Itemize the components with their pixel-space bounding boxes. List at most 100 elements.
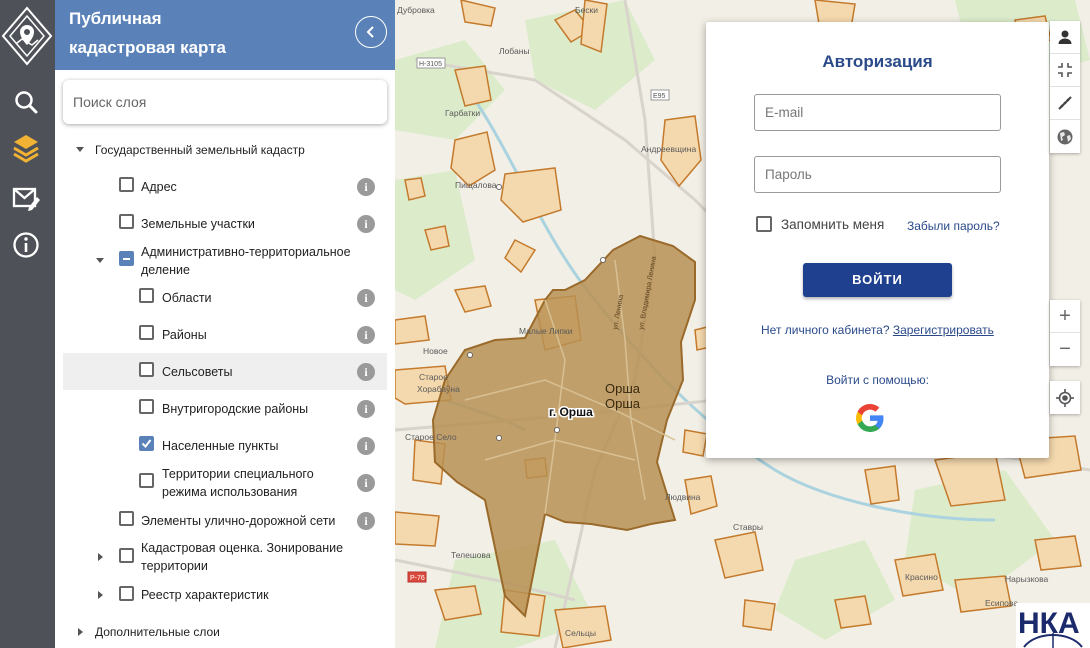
checkbox-admin-division[interactable] (119, 251, 134, 266)
map-label-l12: Ставры (733, 522, 763, 532)
info-address-icon[interactable]: i (357, 178, 375, 196)
info-roads-icon[interactable]: i (357, 512, 375, 530)
info-special-icon[interactable]: i (357, 474, 375, 492)
page-title-line1: Публичная (69, 9, 162, 28)
checkbox-special-territories[interactable] (139, 473, 154, 488)
zoom-out-icon[interactable]: − (1050, 333, 1080, 366)
remember-me-label: Запомнить меня (781, 217, 885, 232)
map-label-l8: Новое (423, 346, 448, 356)
layer-registry-label: Реестр характеристик (141, 588, 269, 602)
zoom-controls: + − (1050, 300, 1080, 366)
layer-settlements-label: Населенные пункты (162, 439, 279, 453)
chevron-left-icon (366, 26, 374, 38)
checkbox-registry[interactable] (119, 586, 134, 601)
layer-city-districts-label: Внутригородские районы (162, 402, 309, 416)
layer-address-label: Адрес (141, 180, 177, 194)
layer-selsovety-label: Сельсоветы (162, 365, 233, 379)
fullscreen-exit-icon[interactable] (1050, 54, 1080, 87)
layer-admin-label-1: Административно-территориальное (141, 245, 351, 259)
map-label-l18: Нарызкова (1005, 574, 1049, 584)
info-icon[interactable] (10, 229, 42, 261)
map-label-road1: Н-3105 (419, 61, 442, 68)
login-button[interactable]: ВОЙТИ (803, 263, 952, 297)
page-title-line2: кадастровая карта (69, 38, 226, 57)
locate-icon[interactable] (1050, 381, 1080, 414)
info-city-districts-icon[interactable]: i (357, 400, 375, 418)
map-label-road3: Р-76 (410, 575, 425, 582)
info-settlements-icon[interactable]: i (357, 437, 375, 455)
auth-title: Авторизация (822, 52, 933, 71)
brand-logo-icon: НКА (1016, 603, 1090, 648)
forgot-password-link[interactable]: Забыли пароль? (907, 219, 1000, 233)
panel-header: Публичная кадастровая карта (55, 0, 395, 70)
locate-control (1050, 381, 1080, 414)
email-field[interactable] (754, 94, 1001, 131)
expand-valuation-chevron-right-icon[interactable] (98, 553, 103, 561)
checkbox-settlements[interactable] (139, 436, 154, 451)
layer-roads-label: Элементы улично-дорожной сети (141, 514, 336, 528)
map-label-l15: Сельцы (565, 628, 596, 638)
layers-icon[interactable] (10, 133, 42, 165)
info-parcels-icon[interactable]: i (357, 215, 375, 233)
checkbox-regions[interactable] (139, 288, 154, 303)
measure-icon[interactable] (1050, 87, 1080, 120)
layer-regions-label: Области (162, 291, 212, 305)
checkbox-roads[interactable] (119, 511, 134, 526)
checkbox-valuation[interactable] (119, 548, 134, 563)
expand-root1-chevron-down-icon[interactable] (76, 147, 84, 152)
remember-me-checkbox[interactable] (756, 216, 772, 232)
info-districts-icon[interactable]: i (357, 326, 375, 344)
checkbox-parcels[interactable] (119, 214, 134, 229)
map-label-l3: Лобаны (499, 46, 530, 56)
collapse-panel-button[interactable] (355, 16, 387, 48)
user-icon[interactable] (1050, 21, 1080, 54)
map-label-l13: Красино (905, 572, 938, 582)
map-label-l4: Гарбатки (445, 108, 480, 118)
map-label-l5: Андреевщина (641, 144, 696, 154)
tree-root-cadastre: Государственный земельный кадастр (95, 143, 305, 157)
info-selsovety-icon[interactable]: i (357, 363, 375, 381)
layer-districts-label: Районы (162, 328, 207, 342)
map-label-road2: Е95 (653, 93, 666, 100)
zoom-in-icon[interactable]: + (1050, 300, 1080, 333)
map-label-l17: Людвина (665, 492, 701, 502)
register-link[interactable]: Зарегистрировать (893, 323, 994, 337)
search-icon[interactable] (10, 86, 42, 118)
map-label-l7: Малые Липки (519, 326, 573, 336)
checkbox-city-districts[interactable] (139, 399, 154, 414)
layer-admin-label-2: деление (141, 263, 190, 277)
password-field[interactable] (754, 156, 1001, 193)
map-label-l11: Старое Село (405, 432, 457, 442)
expand-registry-chevron-right-icon[interactable] (98, 591, 103, 599)
map-tools-group (1050, 21, 1080, 153)
layer-special-label-1: Территории специального (162, 467, 314, 481)
left-rail (0, 0, 55, 648)
map-label-l1: Дубровка (397, 5, 435, 15)
checkbox-districts[interactable] (139, 325, 154, 340)
no-account-text: Нет личного кабинета? Зарегистрировать (761, 323, 994, 337)
map-label-l2: Бески (575, 5, 598, 15)
expand-root2-chevron-right-icon[interactable] (78, 628, 83, 636)
map-label-l10: Хорабаўна (417, 384, 460, 394)
auth-dialog: Авторизация Запомнить меня Забыли пароль… (706, 22, 1049, 458)
layer-search-input[interactable] (63, 80, 387, 124)
map-orsha-label-1: Орша (605, 381, 641, 396)
map-label-l14: Есипова (985, 598, 1018, 608)
app-logo-icon[interactable] (0, 5, 55, 67)
checkbox-address[interactable] (119, 177, 134, 192)
message-edit-icon[interactable] (10, 182, 42, 214)
info-regions-icon[interactable]: i (357, 289, 375, 307)
check-icon (141, 439, 152, 449)
map-orsha-label-2: Орша (605, 396, 641, 411)
map-city-label: г. Орша (549, 405, 593, 419)
map-label-l9: Старое (419, 372, 448, 382)
google-icon[interactable] (854, 402, 886, 434)
map-label-l16: Телешова (451, 550, 491, 560)
zoom-out-glyph: − (1059, 338, 1071, 360)
globe-icon[interactable] (1050, 120, 1080, 153)
expand-admin-chevron-down-icon[interactable] (96, 258, 104, 263)
layer-parcels-label: Земельные участки (141, 217, 255, 231)
checkbox-selsovety[interactable] (139, 362, 154, 377)
map-label-l6: Пищалова (455, 180, 497, 190)
layer-valuation-label-2: территории (141, 559, 208, 573)
